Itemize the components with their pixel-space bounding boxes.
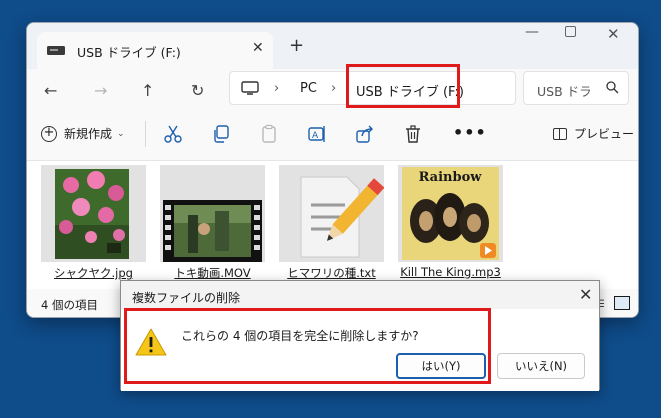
search-icon [606, 81, 619, 94]
dialog-title: 複数ファイルの削除 [132, 291, 241, 305]
tab-close-icon[interactable]: ✕ [252, 40, 264, 56]
file-item[interactable]: トキ動画.MOV [160, 165, 265, 282]
breadcrumb-separator[interactable]: › [274, 81, 279, 96]
new-button[interactable]: + 新規作成 ⌄ [41, 125, 125, 142]
paste-icon[interactable] [259, 124, 279, 144]
rename-icon[interactable]: A [307, 124, 327, 144]
dialog-close-icon[interactable]: ✕ [579, 285, 592, 304]
dialog-highlight-box [124, 308, 491, 384]
minimize-button[interactable]: — [525, 24, 539, 40]
tab-label: USB ドライブ (F:) [77, 45, 181, 60]
peony-photo-thumbnail [55, 169, 129, 259]
preview-label: プレビュー [574, 127, 635, 141]
file-name: トキ動画.MOV [174, 266, 251, 280]
plus-circle-icon: + [41, 125, 57, 142]
delete-trash-icon[interactable] [403, 124, 423, 144]
file-list: シャクヤク.jpg トキ動画.MOV ヒマワリの種.txt Rainbow Ki… [27, 161, 638, 289]
tiles-view-icon[interactable] [614, 296, 630, 310]
file-item[interactable]: シャクヤク.jpg [41, 165, 146, 282]
file-name: Kill The King.mp3 [400, 265, 501, 279]
breadcrumb-separator[interactable]: › [331, 81, 336, 96]
file-thumbnail: Rainbow [398, 165, 503, 262]
usb-drive-icon [47, 46, 65, 55]
search-input[interactable]: USB ドラ [523, 71, 629, 105]
svg-text:A: A [312, 131, 319, 141]
navigation-bar: ← → ↑ ↻ › PC › USB ドライブ (F:) USB ドラ [27, 69, 638, 109]
explorer-window: USB ドライブ (F:) ✕ + — ✕ ← → ↑ ↻ › PC › USB… [26, 22, 639, 318]
window-close-button[interactable]: ✕ [607, 25, 620, 43]
file-item[interactable]: Rainbow Kill The King.mp3 [398, 165, 503, 282]
title-bar: USB ドライブ (F:) ✕ + — ✕ [27, 23, 638, 69]
refresh-icon[interactable]: ↻ [191, 81, 204, 100]
copy-icon[interactable] [211, 124, 231, 144]
up-arrow-icon[interactable]: ↑ [141, 81, 154, 100]
breadcrumb-pc[interactable]: PC [300, 81, 317, 96]
search-placeholder: USB ドラ [537, 84, 592, 99]
item-count: 4 個の項目 [41, 298, 98, 312]
file-name: ヒマワリの種.txt [287, 266, 376, 280]
monitor-icon [241, 81, 259, 95]
command-toolbar: + 新規作成 ⌄ A ••• プレビュー [27, 109, 638, 161]
more-options-button[interactable]: ••• [453, 123, 487, 142]
no-button[interactable]: いいえ(N) [497, 353, 585, 379]
back-arrow-icon[interactable]: ← [44, 81, 57, 100]
album-title: Rainbow [419, 170, 483, 185]
toolbar-divider [145, 121, 146, 147]
maximize-button[interactable] [565, 26, 576, 37]
tab-usb-drive[interactable]: USB ドライブ (F:) ✕ [37, 32, 273, 69]
file-thumbnail [279, 165, 385, 262]
new-label: 新規作成 [64, 127, 113, 141]
preview-button[interactable]: プレビュー [553, 125, 634, 142]
cut-icon[interactable] [163, 124, 183, 144]
share-icon[interactable] [355, 124, 375, 144]
new-tab-button[interactable]: + [289, 35, 304, 56]
file-thumbnail [41, 165, 146, 262]
forward-arrow-icon[interactable]: → [94, 81, 107, 100]
address-highlight-box [346, 64, 460, 108]
file-item[interactable]: ヒマワリの種.txt [279, 165, 385, 282]
preview-pane-icon [553, 127, 567, 140]
file-name: シャクヤク.jpg [54, 266, 133, 280]
notepad-icon [300, 176, 385, 258]
album-cover-thumbnail: Rainbow [402, 167, 499, 260]
file-thumbnail [160, 165, 265, 262]
chevron-down-icon: ⌄ [117, 128, 125, 139]
video-film-thumbnail [163, 200, 262, 262]
